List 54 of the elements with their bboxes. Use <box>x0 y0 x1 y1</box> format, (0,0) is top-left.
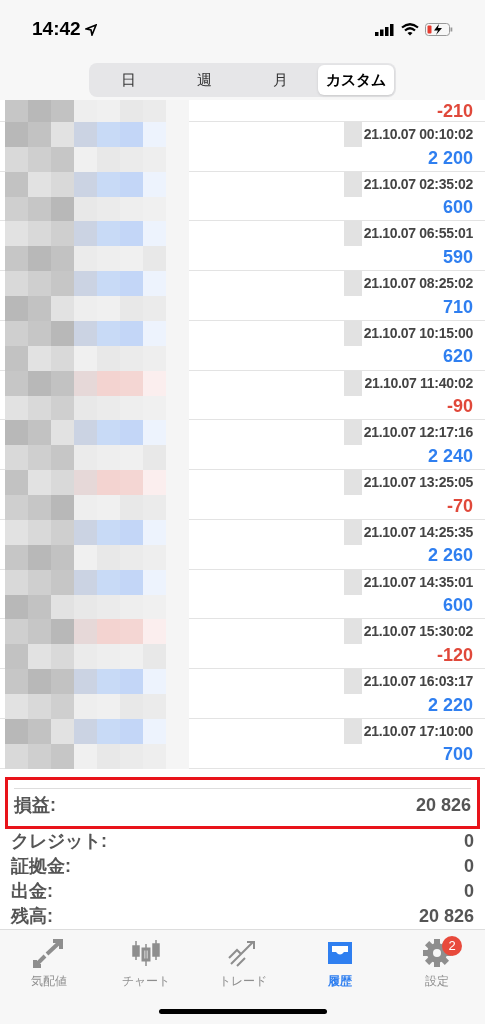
signal-icon <box>375 23 395 36</box>
deal-profit: 2 260 <box>427 544 473 568</box>
deal-time: 21.10.07 17:10:00 <box>363 721 473 741</box>
deal-profit: 2 200 <box>427 146 473 170</box>
deal-profit: -90 <box>447 395 473 419</box>
deal-time: 21.10.07 02:35:02 <box>363 174 473 194</box>
deal-time: 21.10.07 16:03:17 <box>363 672 473 692</box>
deal-time: 21.10.07 10:15:00 <box>363 323 473 343</box>
tab-bar-item[interactable]: トレード <box>194 937 291 990</box>
deal-profit: 700 <box>442 743 473 767</box>
battery-charging-icon <box>425 23 453 36</box>
deal-time: 21.10.07 08:25:02 <box>363 274 473 294</box>
period-tab[interactable]: 月 <box>242 65 319 95</box>
deal-profit: 2 240 <box>427 444 473 468</box>
deal-profit: 590 <box>442 245 473 269</box>
summary-value: 20 826 <box>418 904 474 928</box>
location-arrow-icon <box>84 23 97 36</box>
deal-profit: 620 <box>442 345 473 369</box>
deal-time: 21.10.07 06:55:01 <box>363 224 473 244</box>
summary-value: 0 <box>464 829 474 853</box>
deal-time: 21.10.07 13:25:05 <box>363 473 473 493</box>
tab-bar-item[interactable]: 気配値 <box>0 937 97 990</box>
period-tab[interactable]: 日 <box>91 65 167 95</box>
wifi-icon <box>401 23 419 36</box>
status-time: 14:42 <box>32 17 81 42</box>
arrows-icon <box>32 937 65 968</box>
deal-time: 21.10.07 00:10:02 <box>363 125 473 144</box>
deal-profit: 600 <box>442 594 473 618</box>
summary-label: 残高: <box>11 904 53 928</box>
deal-time: 21.10.07 11:40:02 <box>364 373 473 393</box>
deal-time: 21.10.07 12:17:16 <box>363 423 473 443</box>
notification-badge: 2 <box>442 935 462 956</box>
period-tab[interactable]: 週 <box>166 65 243 95</box>
summary-value: 0 <box>464 854 474 878</box>
deal-profit: -120 <box>436 643 473 667</box>
summary-label: 出金: <box>11 879 53 903</box>
candlestick-icon <box>130 937 161 968</box>
deal-time: 21.10.07 14:35:01 <box>363 572 473 592</box>
summary-value: 0 <box>464 879 474 903</box>
deal-time: 21.10.07 14:25:35 <box>363 522 473 542</box>
summary-label: 証拠金: <box>11 854 71 878</box>
summary-label: クレジット: <box>11 829 107 853</box>
period-tab[interactable]: カスタム <box>318 65 394 95</box>
deal-profit: 710 <box>442 295 473 319</box>
deal-profit: -70 <box>447 494 473 518</box>
deal-time: 21.10.07 15:30:02 <box>363 622 473 642</box>
summary-label: 損益: <box>14 793 56 817</box>
deal-profit: 600 <box>442 196 473 220</box>
tab-bar-item[interactable]: 履歴 <box>291 937 388 990</box>
tab-bar-item[interactable]: 設定 2 <box>388 937 485 990</box>
tab-bar-item[interactable]: チャート <box>97 937 194 990</box>
deal-profit: 2 220 <box>427 693 473 717</box>
deal-profit: -210 <box>436 100 473 123</box>
summary-value: 20 826 <box>415 793 471 817</box>
